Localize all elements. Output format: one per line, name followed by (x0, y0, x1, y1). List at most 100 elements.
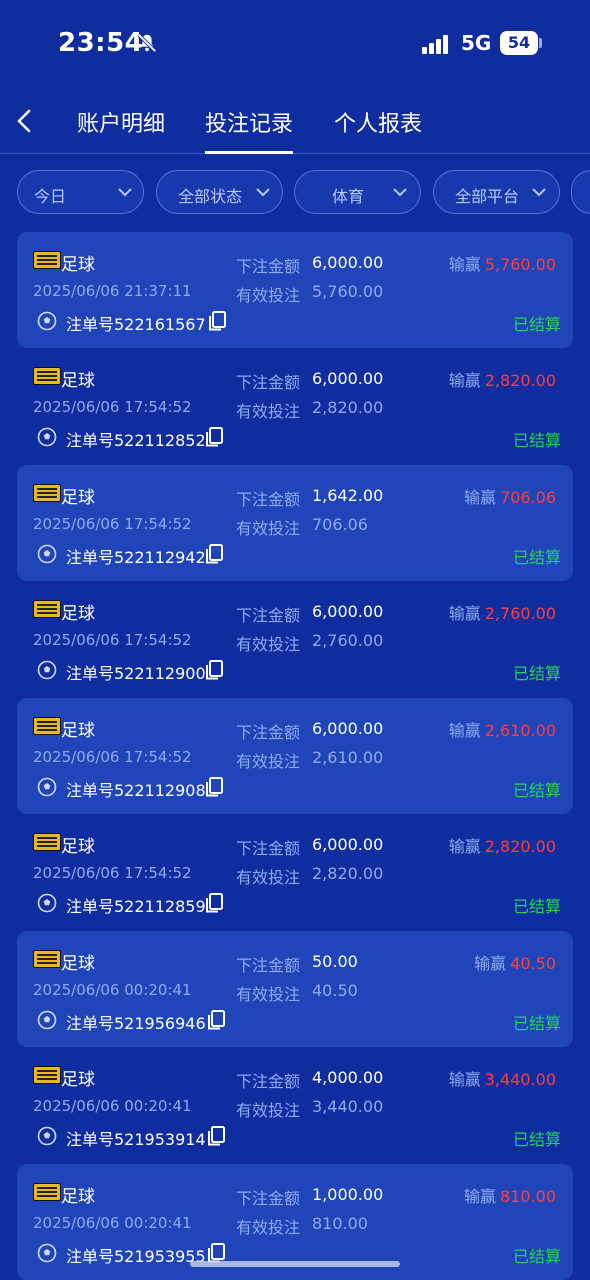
bet-record-card[interactable]: 足球 2025/06/06 17:54:52 注单号522112859 下注金额… (17, 814, 573, 930)
tab-personal-report[interactable]: 个人报表 (334, 106, 422, 154)
valid-bet-label: 有效投注 (236, 286, 301, 305)
sportsbook-logo (33, 367, 61, 385)
bet-record-card[interactable]: 足球 2025/06/06 17:54:52 注单号522112852 下注金额… (17, 348, 573, 464)
bet-amount-label: 下注金额 (236, 723, 301, 742)
bet-amount-label: 下注金额 (236, 606, 301, 625)
bet-record-card[interactable]: 足球 2025/06/06 17:54:52 注单号522112900 下注金额… (17, 581, 573, 697)
back-arrow-icon[interactable] (12, 106, 36, 136)
sportsbook-logo (33, 717, 61, 735)
bet-amount-value: 1,642.00 (312, 486, 384, 505)
win-loss: 输赢 3,440.00 (449, 1066, 556, 1090)
win-loss-label: 输赢 (448, 721, 481, 740)
bet-amount-value: 1,000.00 (312, 1185, 384, 1204)
valid-bet-value: 5,760.00 (312, 282, 384, 301)
bet-datetime: 2025/06/06 17:54:52 (33, 515, 192, 533)
copy-icon[interactable] (206, 1009, 226, 1031)
sport-name: 足球 (61, 371, 95, 391)
bet-datetime: 2025/06/06 17:54:52 (33, 398, 192, 416)
chevron-down-icon (256, 188, 270, 197)
order-number: 注单号522161567 (66, 315, 206, 334)
soccer-ball-icon (37, 427, 57, 447)
sportsbook-logo (33, 1066, 61, 1084)
valid-bet-label: 有效投注 (236, 985, 301, 1004)
filter-date[interactable]: 今日 (17, 170, 144, 214)
status-bar: 23:54 5G 54 (0, 0, 590, 90)
win-loss-value: 2,820.00 (484, 837, 556, 856)
bet-record-card[interactable]: 足球 2025/06/06 21:37:11 注单号522161567 下注金额… (17, 232, 573, 348)
bet-amount-value: 6,000.00 (312, 835, 384, 854)
win-loss: 输赢 2,820.00 (449, 367, 556, 391)
bet-datetime: 2025/06/06 00:20:41 (33, 981, 192, 999)
bet-record-card[interactable]: 足球 2025/06/06 00:20:41 注单号521953914 下注金额… (17, 1047, 573, 1163)
filter-more[interactable] (571, 170, 590, 214)
status-badge: 已结算 (512, 897, 561, 916)
soccer-ball-icon (37, 1126, 57, 1146)
chevron-down-icon (532, 188, 546, 197)
sportsbook-logo (33, 833, 61, 851)
win-loss-label: 输赢 (464, 1187, 497, 1206)
win-loss-label: 输赢 (448, 371, 481, 390)
valid-bet-value: 2,610.00 (312, 748, 384, 767)
sport-name: 足球 (61, 1070, 95, 1090)
order-number: 注单号521956946 (66, 1014, 206, 1033)
order-number: 注单号522112942 (66, 548, 206, 567)
win-loss: 输赢 5,760.00 (449, 251, 556, 275)
status-badge: 已结算 (512, 664, 561, 683)
valid-bet-label: 有效投注 (236, 635, 301, 654)
copy-icon[interactable] (204, 426, 224, 448)
valid-bet-label: 有效投注 (236, 1101, 301, 1120)
copy-icon[interactable] (207, 310, 227, 332)
order-number: 注单号521953914 (66, 1130, 206, 1149)
bet-datetime: 2025/06/06 00:20:41 (33, 1097, 192, 1115)
status-badge: 已结算 (512, 781, 561, 800)
win-loss: 输赢 706.06 (464, 484, 556, 508)
copy-icon[interactable] (206, 1125, 226, 1147)
signal-icon (422, 35, 448, 54)
filter-platform[interactable]: 全部平台 (433, 170, 560, 214)
win-loss: 输赢 2,610.00 (449, 717, 556, 741)
sport-name: 足球 (61, 721, 95, 741)
home-indicator[interactable] (190, 1261, 400, 1267)
copy-icon[interactable] (204, 659, 224, 681)
bet-record-card[interactable]: 足球 2025/06/06 17:54:52 注单号522112942 下注金额… (17, 465, 573, 581)
status-badge: 已结算 (512, 1014, 561, 1033)
sportsbook-logo (33, 1183, 61, 1201)
bet-record-card[interactable]: 足球 2025/06/06 00:20:41 注单号521956946 下注金额… (17, 931, 573, 1047)
copy-icon[interactable] (204, 543, 224, 565)
filter-category[interactable]: 体育 (294, 170, 421, 214)
win-loss-value: 810.00 (500, 1187, 556, 1206)
tab-account-details[interactable]: 账户明细 (77, 106, 165, 154)
valid-bet-label: 有效投注 (236, 868, 301, 887)
win-loss-label: 输赢 (464, 488, 497, 507)
win-loss: 输赢 40.50 (474, 950, 556, 974)
filter-status-label: 全部状态 (178, 187, 243, 206)
win-loss-value: 2,610.00 (484, 721, 556, 740)
filter-category-label: 体育 (332, 187, 365, 206)
tab-bet-records[interactable]: 投注记录 (205, 106, 293, 154)
top-nav: 账户明细 投注记录 个人报表 (0, 90, 590, 154)
win-loss-label: 输赢 (474, 954, 507, 973)
sportsbook-logo (33, 950, 61, 968)
sport-name: 足球 (61, 604, 95, 624)
sportsbook-logo (33, 484, 61, 502)
filter-status[interactable]: 全部状态 (156, 170, 283, 214)
bet-record-card[interactable]: 足球 2025/06/06 17:54:52 注单号522112908 下注金额… (17, 698, 573, 814)
valid-bet-label: 有效投注 (236, 1218, 301, 1237)
bet-amount-label: 下注金额 (236, 373, 301, 392)
valid-bet-value: 810.00 (312, 1214, 368, 1233)
win-loss-value: 2,760.00 (484, 604, 556, 623)
order-number: 注单号522112908 (66, 781, 206, 800)
order-number: 注单号522112859 (66, 897, 206, 916)
bet-amount-value: 50.00 (312, 952, 358, 971)
status-badge: 已结算 (512, 1247, 561, 1266)
copy-icon[interactable] (204, 776, 224, 798)
win-loss-value: 40.50 (510, 954, 556, 973)
win-loss-label: 输赢 (448, 255, 481, 274)
bet-datetime: 2025/06/06 00:20:41 (33, 1214, 192, 1232)
valid-bet-value: 706.06 (312, 515, 368, 534)
valid-bet-label: 有效投注 (236, 752, 301, 771)
bet-amount-value: 6,000.00 (312, 369, 384, 388)
soccer-ball-icon (37, 893, 57, 913)
copy-icon[interactable] (204, 892, 224, 914)
status-badge: 已结算 (512, 1130, 561, 1149)
